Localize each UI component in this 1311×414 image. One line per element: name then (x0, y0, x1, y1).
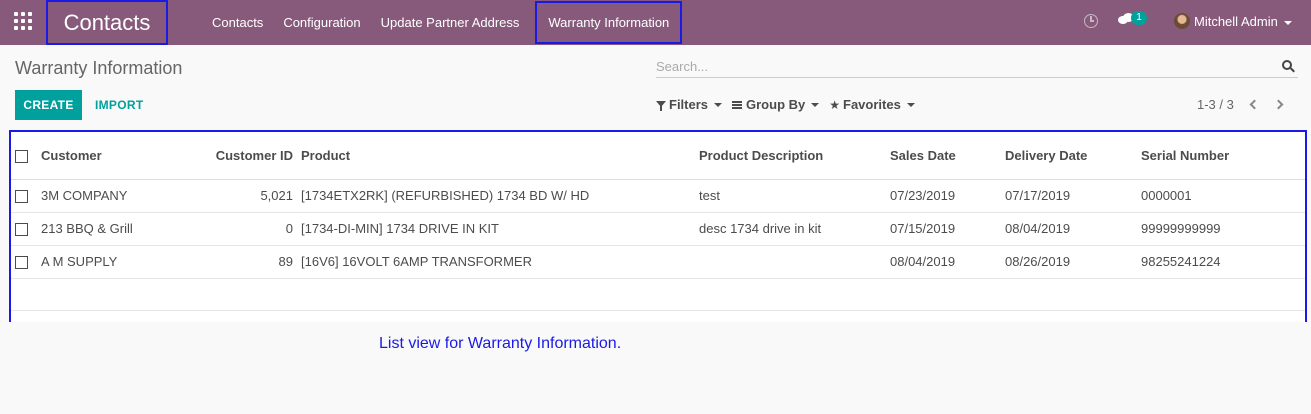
group-by-label: Group By (746, 97, 806, 112)
chevron-right-icon (1273, 99, 1284, 110)
filters-button[interactable]: Filters (656, 97, 723, 112)
empty-row (11, 278, 1305, 311)
user-avatar[interactable] (1174, 13, 1190, 29)
menu-item-contacts[interactable]: Contacts (202, 0, 273, 45)
row-select-cell (11, 245, 37, 279)
cell-customer-id: 89 (207, 245, 297, 279)
menu-item-configuration[interactable]: Configuration (273, 0, 370, 45)
column-sales-date[interactable]: Sales Date (886, 132, 1001, 180)
caret-down-icon (906, 102, 915, 107)
cell-customer-id: 5,021 (207, 179, 297, 213)
create-button[interactable]: CREATE (15, 90, 82, 120)
import-button[interactable]: IMPORT (95, 90, 143, 120)
table-row[interactable]: 213 BBQ & Grill 0 [1734-DI-MIN] 1734 DRI… (11, 212, 1305, 246)
pager-next-button[interactable] (1273, 99, 1285, 111)
table-header-row: Customer Customer ID Product Product Des… (11, 132, 1305, 180)
apps-menu-icon[interactable] (14, 12, 32, 30)
column-serial-number[interactable]: Serial Number (1137, 132, 1305, 180)
column-product-description[interactable]: Product Description (695, 132, 886, 180)
column-delivery-date[interactable]: Delivery Date (1001, 132, 1137, 180)
row-select-cell (11, 212, 37, 246)
cell-serial-number: 98255241224 (1137, 245, 1305, 279)
cell-customer-id: 0 (207, 212, 297, 246)
search-bar (656, 56, 1298, 78)
menu-item-update-partner-address[interactable]: Update Partner Address (371, 0, 530, 45)
cell-delivery-date: 07/17/2019 (1001, 179, 1137, 213)
table-footer-row (11, 310, 1305, 322)
row-checkbox[interactable] (15, 256, 28, 270)
cell-product: [16V6] 16VOLT 6AMP TRANSFORMER (297, 245, 695, 279)
search-icon[interactable] (1282, 60, 1295, 73)
star-icon: ★ (829, 97, 841, 112)
cell-product-description: test (695, 179, 886, 213)
favorites-label: Favorites (843, 97, 901, 112)
favorites-button[interactable]: ★ Favorites (829, 97, 915, 112)
cell-product-description: desc 1734 drive in kit (695, 212, 886, 246)
cell-serial-number: 0000001 (1137, 179, 1305, 213)
bars-icon (732, 100, 743, 109)
main-menu: Contacts Configuration Update Partner Ad… (202, 0, 683, 45)
breadcrumb: Warranty Information (15, 58, 183, 78)
select-all-cell (11, 132, 37, 180)
cell-delivery-date: 08/26/2019 (1001, 245, 1137, 279)
group-by-button[interactable]: Group By (732, 97, 820, 112)
cell-sales-date: 07/23/2019 (886, 179, 1001, 213)
column-customer[interactable]: Customer (37, 132, 207, 180)
menu-item-warranty-information[interactable]: Warranty Information (535, 1, 683, 44)
select-all-checkbox[interactable] (15, 149, 28, 163)
cell-product: [1734ETX2RK] (REFURBISHED) 1734 BD W/ HD (297, 179, 695, 213)
search-options: Filters Group By ★ Favorites (656, 97, 925, 112)
filters-label: Filters (669, 97, 709, 112)
cell-sales-date: 08/04/2019 (886, 245, 1001, 279)
cell-customer: A M SUPPLY (37, 245, 207, 279)
message-count-badge: 1 (1131, 11, 1147, 25)
row-select-cell (11, 179, 37, 213)
row-checkbox[interactable] (15, 190, 28, 204)
cell-product-description (695, 245, 886, 279)
cell-delivery-date: 08/04/2019 (1001, 212, 1137, 246)
filter-icon (656, 100, 666, 111)
table-row[interactable]: A M SUPPLY 89 [16V6] 16VOLT 6AMP TRANSFO… (11, 245, 1305, 279)
caret-down-icon (714, 102, 723, 107)
table-row[interactable]: 3M COMPANY 5,021 [1734ETX2RK] (REFURBISH… (11, 179, 1305, 213)
list-view-highlight: Customer Customer ID Product Product Des… (9, 130, 1307, 322)
search-input[interactable] (656, 56, 1266, 76)
pager-value[interactable]: 1-3 / 3 (1197, 97, 1234, 112)
cell-serial-number: 99999999999 (1137, 212, 1305, 246)
figure-caption: List view for Warranty Information. (379, 335, 622, 352)
caret-down-icon (1283, 20, 1292, 25)
cell-customer: 213 BBQ & Grill (37, 212, 207, 246)
top-navbar: Contacts Contacts Configuration Update P… (0, 0, 1311, 45)
warranty-list-table: Customer Customer ID Product Product Des… (11, 132, 1305, 322)
user-menu[interactable]: Mitchell Admin (1194, 0, 1292, 43)
app-brand[interactable]: Contacts (46, 0, 168, 45)
chevron-left-icon (1249, 99, 1260, 110)
user-name: Mitchell Admin (1194, 14, 1278, 29)
column-product[interactable]: Product (297, 132, 695, 180)
caret-down-icon (811, 102, 820, 107)
pager-previous-button[interactable] (1248, 99, 1260, 111)
cell-customer: 3M COMPANY (37, 179, 207, 213)
column-customer-id[interactable]: Customer ID (207, 132, 297, 180)
cell-product: [1734-DI-MIN] 1734 DRIVE IN KIT (297, 212, 695, 246)
activity-clock-icon[interactable] (1084, 14, 1098, 28)
row-checkbox[interactable] (15, 223, 28, 237)
cell-sales-date: 07/15/2019 (886, 212, 1001, 246)
